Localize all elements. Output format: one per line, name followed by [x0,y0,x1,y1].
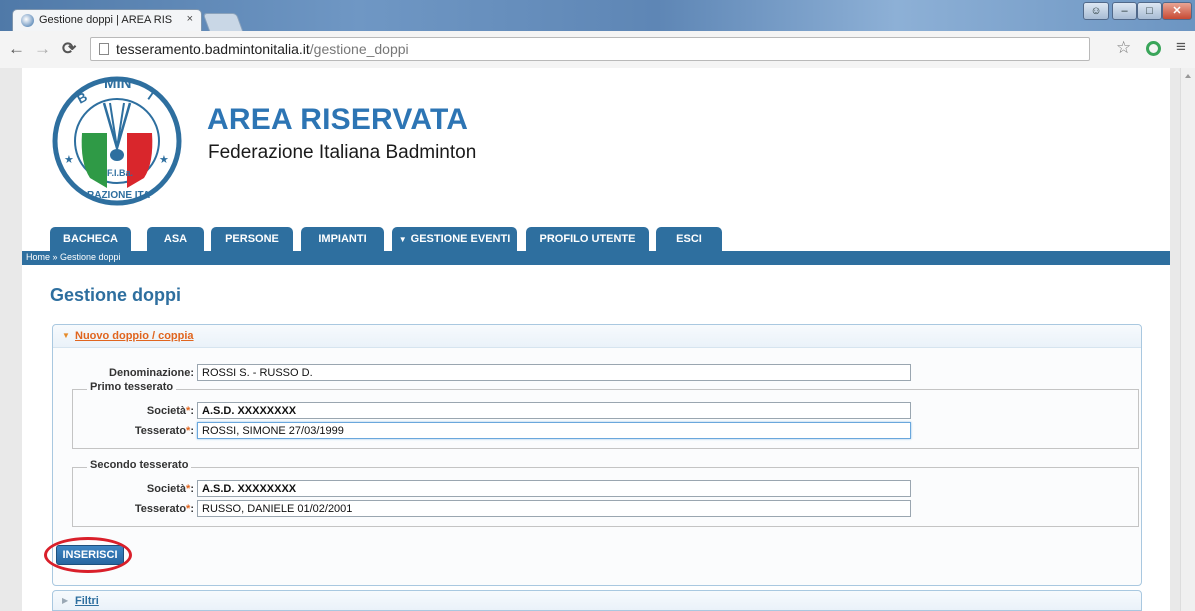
red-highlight-ellipse [44,537,132,573]
back-arrow-icon[interactable]: ← [8,39,25,59]
nav-bar: Home » Gestione doppi [22,251,1170,265]
secondo-tesserato-input[interactable] [197,500,911,517]
site-title: AREA RISERVATA [207,103,469,136]
browser-toolbar: ← → ⟳ tesseramento.badmintonitalia.it/ge… [0,31,1195,69]
svg-text:F.I.Ba.: F.I.Ba. [107,168,133,178]
secondo-tesserato-legend: Secondo tesserato [87,459,192,471]
nav-tab-persone[interactable]: PERSONE [211,227,293,251]
nav-tab-esci[interactable]: ESCI [656,227,722,251]
page-title: Gestione doppi [50,285,182,305]
browser-tab[interactable]: Gestione doppi | AREA RIS × [12,9,202,31]
minimize-button[interactable]: – [1112,2,1137,20]
menu-icon[interactable]: ≡ [1176,37,1186,57]
site-favicon-icon [21,14,34,27]
nav-tab-impianti[interactable]: IMPIANTI [301,227,384,251]
browser-titlebar: Gestione doppi | AREA RIS × ☺ – □ ✕ [0,0,1195,32]
secondo-societa-input[interactable] [197,480,911,497]
svg-text:★: ★ [64,154,74,166]
denominazione-label: Denominazione: [109,367,194,379]
breadcrumb[interactable]: Home » Gestione doppi [26,252,121,262]
forward-arrow-icon[interactable]: → [34,39,51,59]
maximize-button[interactable]: □ [1137,2,1162,20]
page-sheet: B MIN T F.I.Ba. RAZIONE ITA ★ ★ AREA RIS… [22,68,1170,611]
scroll-up-icon[interactable] [1185,74,1191,78]
primo-societa-input[interactable] [197,402,911,419]
denominazione-input[interactable] [197,364,911,381]
site-subtitle: Federazione Italiana Badminton [208,142,477,163]
new-double-panel: ▼ Nuovo doppio / coppia Denominazione: P… [52,324,1142,586]
nav-tab-label: GESTIONE EVENTI [410,233,511,245]
svg-text:RAZIONE ITA: RAZIONE ITA [87,190,150,201]
filters-panel-header[interactable]: ▶ Filtri [52,590,1142,611]
svg-text:★: ★ [159,154,169,166]
secondo-tesserato-label: Tesserato*: [134,503,194,515]
primo-societa-label: Società*: [146,405,194,417]
vertical-scrollbar[interactable] [1180,68,1195,611]
secondo-societa-label: Società*: [146,483,194,495]
primo-tesserato-fieldset [72,389,1139,449]
panel-header[interactable]: ▼ Nuovo doppio / coppia [53,325,1141,348]
address-bar[interactable]: tesseramento.badmintonitalia.it/gestione… [90,37,1090,61]
filters-link[interactable]: Filtri [75,595,99,607]
user-profile-button[interactable]: ☺ [1083,2,1109,20]
fiba-logo-icon[interactable]: B MIN T F.I.Ba. RAZIONE ITA ★ ★ [52,73,182,213]
new-double-link[interactable]: Nuovo doppio / coppia [75,330,194,342]
expand-right-icon: ▶ [62,596,69,605]
caret-down-icon: ▼ [398,235,407,244]
primo-tesserato-input[interactable] [197,422,911,439]
nav-tab-asa[interactable]: ASA [147,227,204,251]
nav-tab-profilo-utente[interactable]: PROFILO UTENTE [526,227,649,251]
svg-text:MIN: MIN [104,75,132,92]
page-viewport: B MIN T F.I.Ba. RAZIONE ITA ★ ★ AREA RIS… [0,68,1195,611]
tab-close-icon[interactable]: × [187,13,193,25]
expand-down-icon: ▼ [62,331,70,340]
page-icon [99,43,109,55]
primo-tesserato-legend: Primo tesserato [87,381,177,393]
new-tab-button[interactable] [202,13,244,32]
reload-icon[interactable]: ⟳ [62,39,76,59]
tab-title: Gestione doppi | AREA RIS [39,14,173,26]
nav-tab-gestione-eventi[interactable]: ▼ GESTIONE EVENTI [392,227,517,251]
nav-tab-bacheca[interactable]: BACHECA [50,227,131,251]
window-close-button[interactable]: ✕ [1162,2,1192,20]
primo-tesserato-label: Tesserato*: [134,425,194,437]
url-text: tesseramento.badmintonitalia.it/gestione… [116,41,409,57]
extension-icon[interactable] [1146,41,1161,56]
secondo-tesserato-fieldset [72,467,1139,527]
bookmark-star-icon[interactable]: ☆ [1116,38,1131,58]
